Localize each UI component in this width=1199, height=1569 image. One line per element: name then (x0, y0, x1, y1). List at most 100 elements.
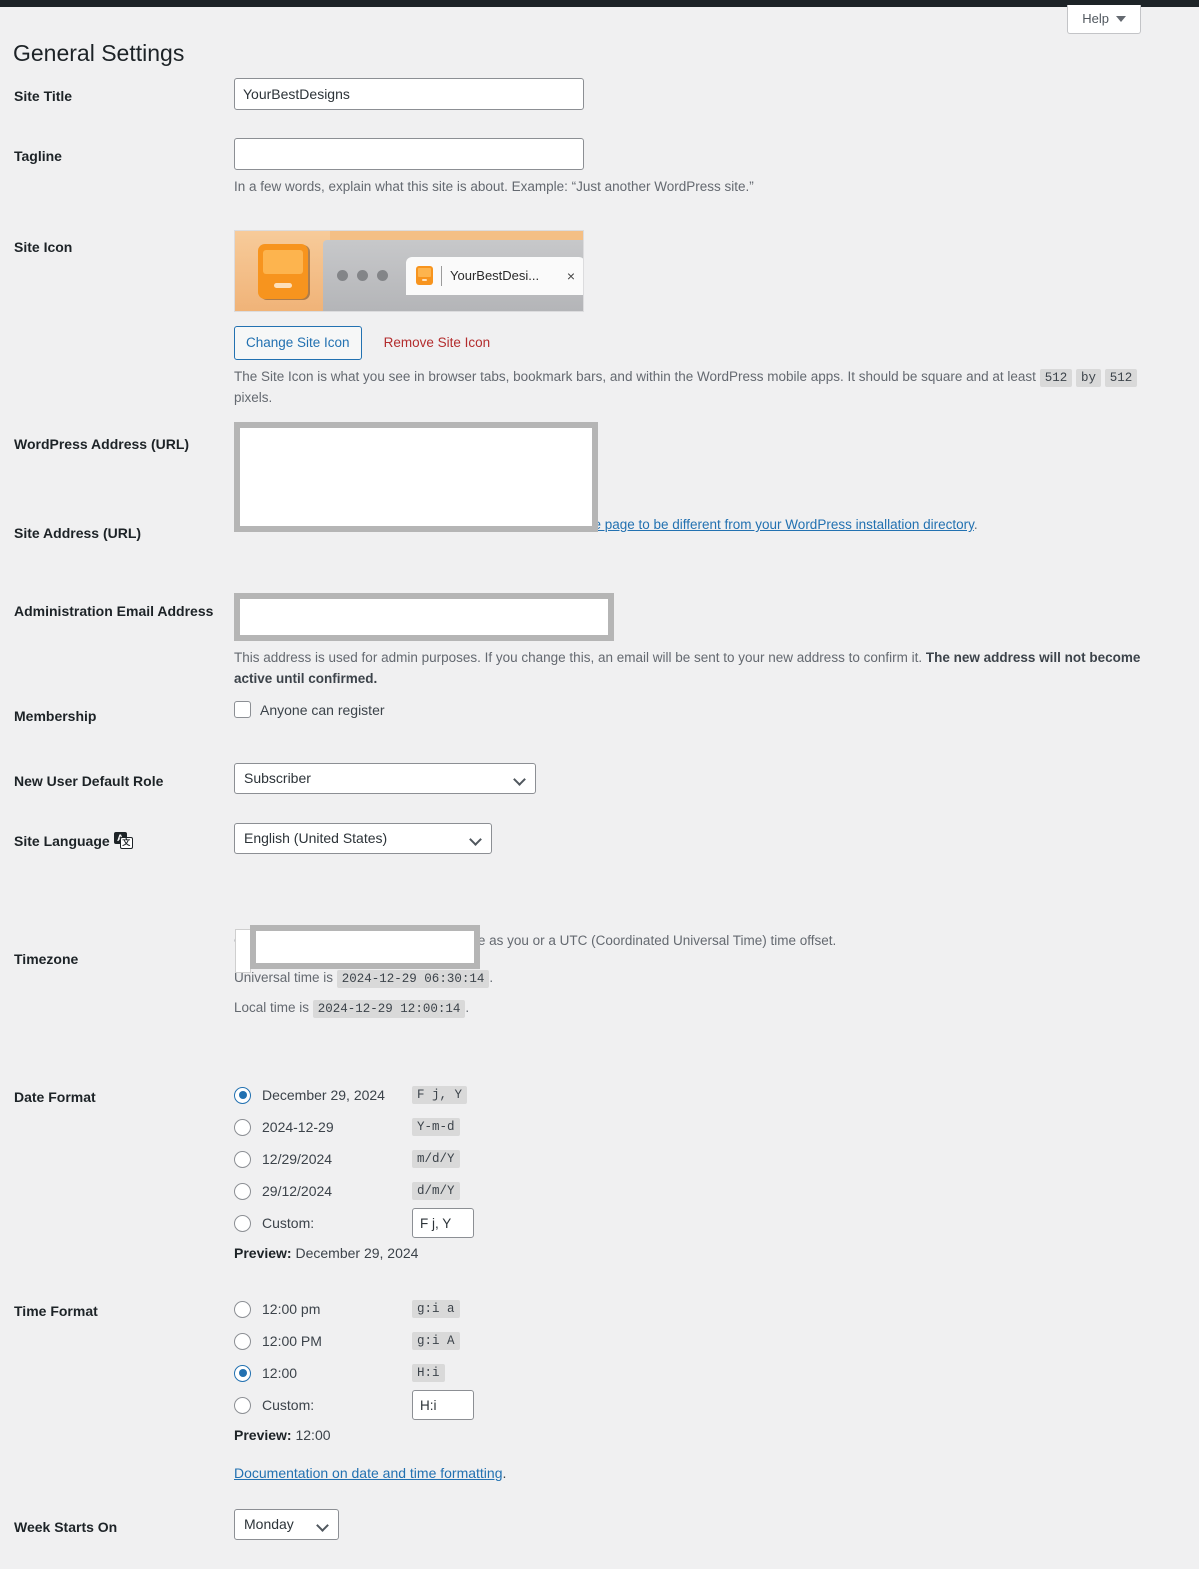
radio-option-label: December 29, 2024 (262, 1087, 385, 1103)
site-language-label: Site LanguageA文 (14, 832, 224, 850)
local-time-suffix: . (465, 1000, 470, 1016)
row-site-icon: Site Icon YourBestDesi... × Change Site … (0, 230, 1199, 426)
format-code: g:i a (412, 1300, 460, 1318)
radio-option-row[interactable]: 12:00 PM g:i A (234, 1325, 1199, 1357)
help-tab-label: Help (1082, 11, 1109, 26)
time-format-options: 12:00 pm g:i a 12:00 PM g:i A 12:00 H:i Custom… (234, 1293, 1199, 1481)
anyone-can-register-checkbox[interactable] (234, 701, 251, 718)
radio-option-row[interactable]: 12:00 H:i (234, 1357, 1199, 1389)
row-admin-email: Administration Email Address This addres… (0, 593, 1199, 701)
site-language-select[interactable]: English (United States) (234, 823, 492, 854)
format-code: Y-m-d (412, 1118, 460, 1136)
site-icon-label: Site Icon (14, 239, 73, 255)
row-site-language: Site LanguageA文 English (United States) (0, 823, 1199, 883)
format-preview-label: Preview: (234, 1245, 292, 1261)
radio-button[interactable] (234, 1300, 251, 1318)
radio-option-row[interactable]: Custom: (234, 1389, 1199, 1421)
browser-dot-icon (357, 270, 368, 281)
radio-option-row[interactable]: 29/12/2024 d/m/Y (234, 1175, 1199, 1207)
format-preview: Preview: 12:00 (234, 1427, 1199, 1443)
new-user-role-value: Subscriber (244, 770, 311, 786)
date-time-documentation-link[interactable]: Documentation on date and time formattin… (234, 1465, 503, 1481)
tab-divider (441, 265, 442, 286)
site-icon-description-suffix: pixels. (234, 389, 273, 405)
tagline-label: Tagline (14, 148, 62, 164)
site-icon-description: The Site Icon is what you see in browser… (234, 367, 1164, 409)
format-preview: Preview: December 29, 2024 (234, 1245, 1199, 1261)
radio-option-row[interactable]: 12:00 pm g:i a (234, 1293, 1199, 1325)
site-icon-size-height: 512 (1104, 368, 1138, 387)
format-code: g:i A (412, 1332, 460, 1350)
radio-button[interactable] (234, 1364, 251, 1382)
chevron-down-icon (469, 833, 482, 846)
custom-format-input[interactable] (412, 1390, 474, 1420)
radio-button[interactable] (234, 1396, 251, 1414)
row-membership: Membership Anyone can register (0, 701, 1199, 763)
site-address-description-suffix: . (973, 517, 978, 532)
format-preview-value: 12:00 (291, 1427, 331, 1443)
site-language-value: English (United States) (244, 830, 388, 846)
site-title-input[interactable] (234, 78, 584, 110)
help-tab-container: Help (1067, 5, 1141, 34)
anyone-can-register-checkbox-row[interactable]: Anyone can register (234, 701, 1199, 718)
radio-button[interactable] (234, 1214, 251, 1232)
radio-button[interactable] (234, 1182, 251, 1200)
chevron-down-icon (1116, 15, 1126, 22)
format-code: m/d/Y (412, 1150, 460, 1168)
local-time-label: Local time is (234, 1000, 310, 1016)
radio-button[interactable] (234, 1086, 251, 1104)
row-wordpress-address: WordPress Address (URL) (0, 422, 1199, 532)
radio-button[interactable] (234, 1118, 251, 1136)
admin-email-description-text: This address is used for admin purposes.… (234, 650, 926, 665)
remove-site-icon-link[interactable]: Remove Site Icon (384, 335, 491, 350)
timezone-local-time: Local time is 2024-12-29 12:00:14. (234, 998, 1164, 1019)
browser-dot-icon (337, 270, 348, 281)
new-user-role-select[interactable]: Subscriber (234, 763, 536, 794)
timezone-select[interactable] (250, 925, 480, 969)
membership-label: Membership (14, 708, 97, 724)
admin-email-description: This address is used for admin purposes.… (234, 648, 1164, 690)
favicon-icon (416, 266, 433, 285)
browser-tab-preview: YourBestDesi... × (406, 256, 583, 295)
general-settings-page: Help General Settings Site Title Tagline… (0, 0, 1199, 1569)
local-time-value: 2024-12-29 12:00:14 (312, 1000, 466, 1019)
change-site-icon-button[interactable]: Change Site Icon (234, 326, 362, 360)
browser-traffic-lights-icon (337, 270, 388, 281)
radio-option-label: 29/12/2024 (262, 1183, 333, 1199)
universal-time-suffix: . (489, 969, 494, 985)
radio-option-row[interactable]: 2024-12-29 Y-m-d (234, 1111, 1199, 1143)
admin-email-input[interactable] (234, 593, 614, 641)
site-icon-preview: YourBestDesi... × (234, 230, 584, 312)
wordpress-address-label: WordPress Address (URL) (14, 436, 190, 452)
radio-button[interactable] (234, 1332, 251, 1350)
new-user-role-label: New User Default Role (14, 773, 164, 789)
row-date-format: Date Format December 29, 2024 F j, Y 2024-… (0, 1079, 1199, 1293)
site-icon-app-preview (235, 231, 330, 311)
custom-format-input[interactable] (412, 1208, 474, 1238)
radio-button[interactable] (234, 1150, 251, 1168)
time-format-label: Time Format (14, 1303, 98, 1319)
radio-option-row[interactable]: 12/29/2024 m/d/Y (234, 1143, 1199, 1175)
format-code: F j, Y (412, 1086, 468, 1104)
timezone-label: Timezone (14, 951, 79, 967)
tagline-description: In a few words, explain what this site i… (234, 179, 754, 194)
date-format-options: December 29, 2024 F j, Y 2024-12-29 Y-m-d 12… (234, 1079, 1199, 1261)
format-preview-value: December 29, 2024 (291, 1245, 419, 1261)
radio-option-row[interactable]: December 29, 2024 F j, Y (234, 1079, 1199, 1111)
week-starts-on-select[interactable]: Monday (234, 1509, 339, 1540)
radio-option-label: 12:00 PM (262, 1333, 322, 1349)
row-site-title: Site Title (0, 78, 1199, 138)
browser-tab-title: YourBestDesi... (450, 268, 540, 283)
radio-option-row[interactable]: Custom: (234, 1207, 1199, 1239)
week-starts-on-label: Week Starts On (14, 1519, 118, 1535)
site-icon-browser-preview: YourBestDesi... × (323, 240, 583, 311)
site-address-label: Site Address (URL) (14, 525, 142, 541)
radio-option-label: Custom: (262, 1397, 315, 1413)
row-timezone: Timezone Choose either a city in the sam… (0, 925, 1199, 1079)
browser-dot-icon (377, 270, 388, 281)
help-tab-button[interactable]: Help (1067, 5, 1141, 34)
tagline-input[interactable] (234, 138, 584, 170)
radio-option-label: 12/29/2024 (262, 1151, 333, 1167)
wordpress-address-input[interactable] (234, 422, 598, 532)
radio-option-label: 12:00 pm (262, 1301, 321, 1317)
